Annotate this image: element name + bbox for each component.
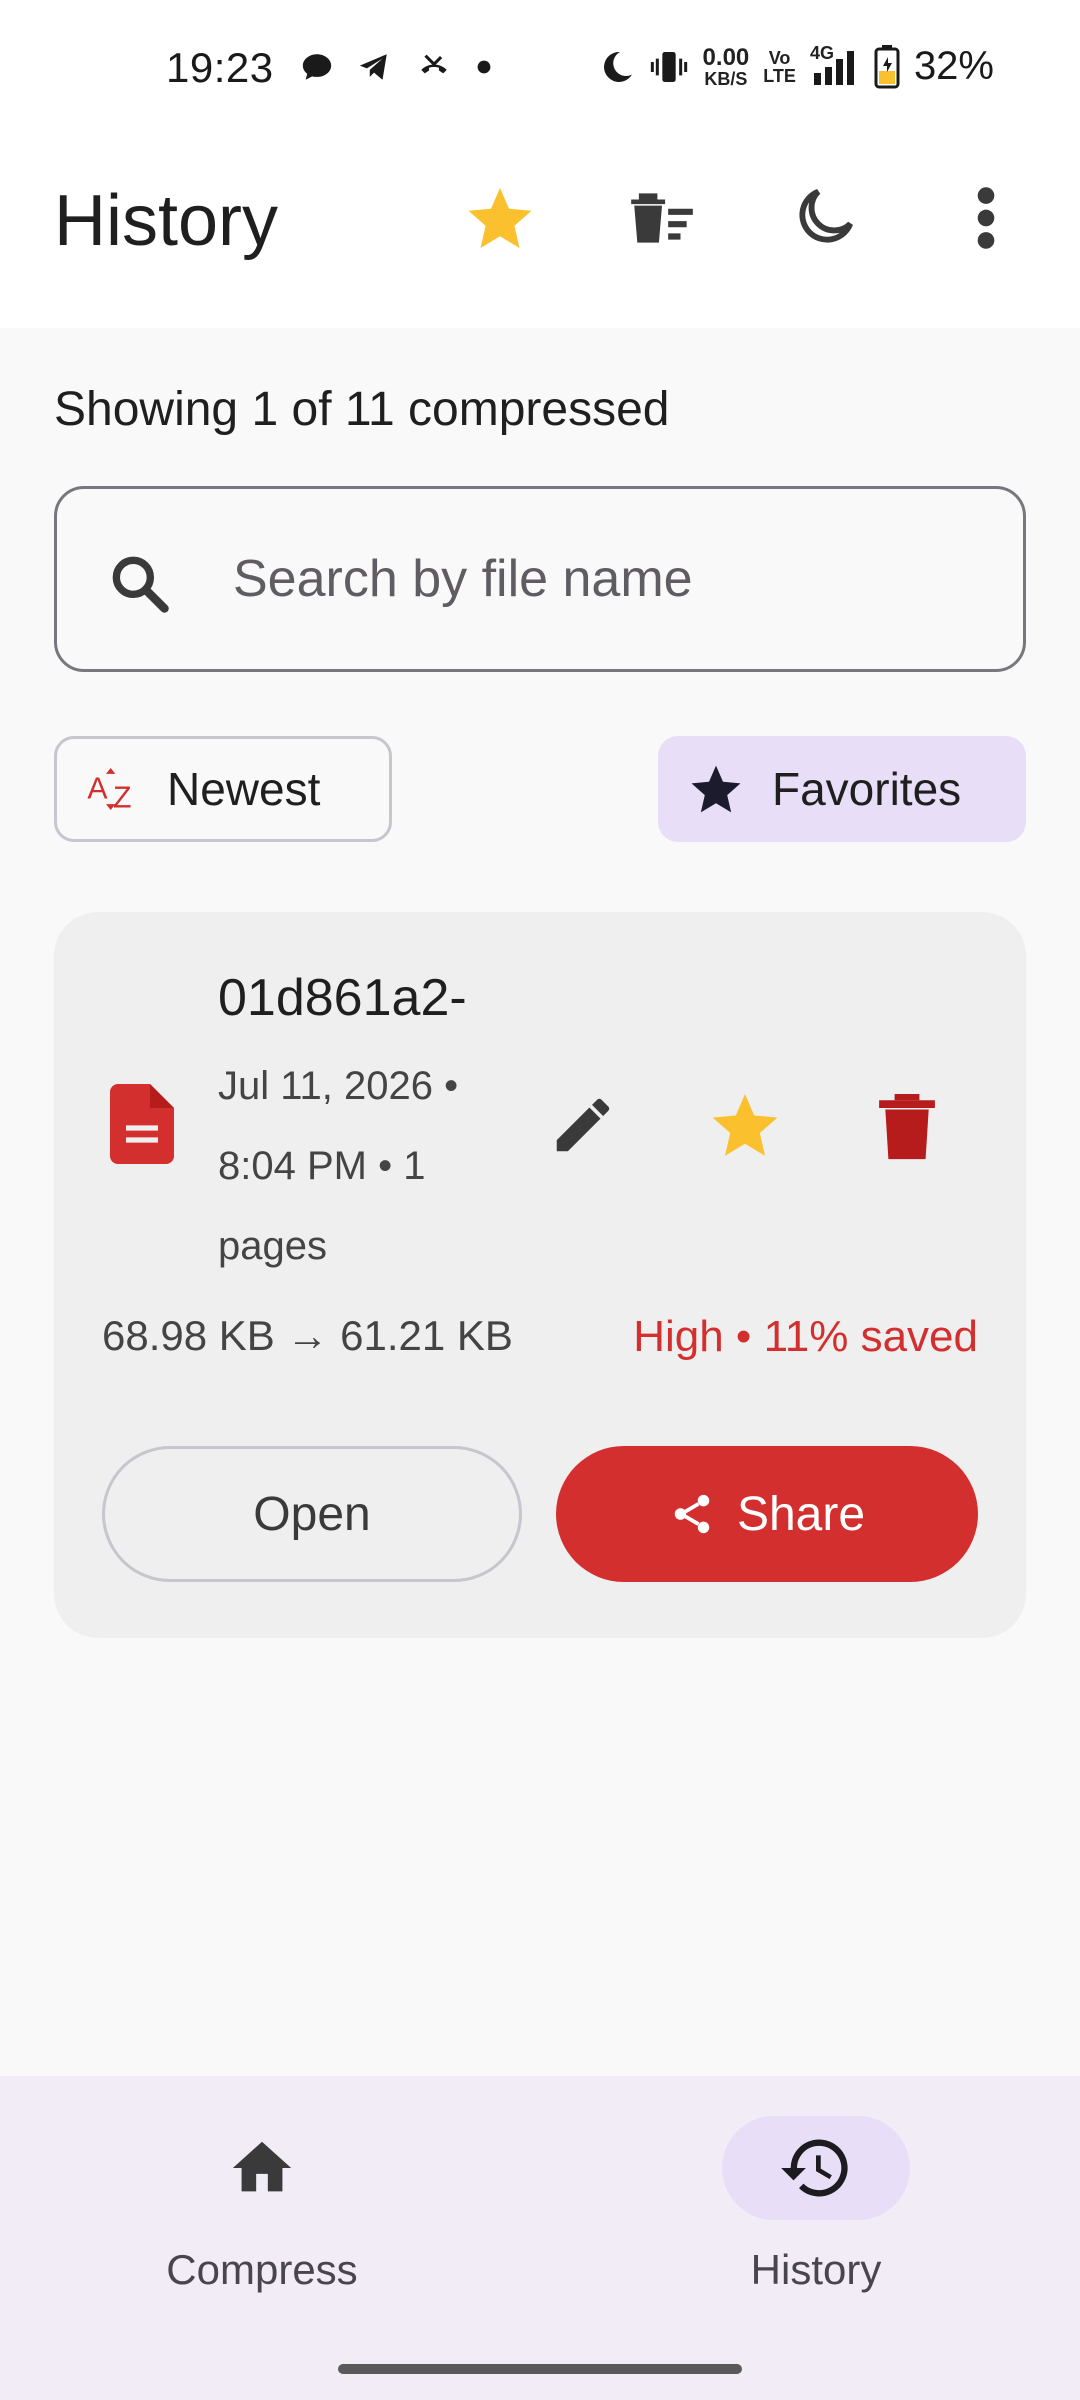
search-input[interactable] [233, 529, 993, 629]
size-change-text: 68.98 KB → 61.21 KB [102, 1312, 513, 1359]
gesture-handle[interactable] [338, 2364, 742, 2374]
favorites-toggle-button[interactable] [452, 170, 548, 266]
more-vert-icon [977, 187, 995, 249]
favorites-chip-label: Favorites [772, 763, 962, 815]
svg-text:Z: Z [113, 782, 132, 815]
dark-mode-button[interactable] [776, 170, 872, 266]
sort-chip-label: Newest [167, 763, 321, 815]
share-button[interactable]: Share [556, 1446, 978, 1582]
share-button-label: Share [736, 1487, 866, 1541]
search-field[interactable] [54, 486, 1026, 672]
nav-item-compress[interactable]: Compress [112, 2116, 412, 2316]
page-title: History [54, 181, 279, 261]
delete-item-button[interactable] [862, 1080, 952, 1170]
sort-chip[interactable]: AZ Newest [54, 736, 392, 842]
nav-label-history: History [750, 2246, 882, 2293]
star-icon [712, 1094, 778, 1156]
dark-mode-icon [799, 189, 853, 243]
volte-indicator: Vo LTE [763, 47, 796, 86]
share-icon [674, 1494, 710, 1534]
delete-sweep-icon [631, 193, 693, 243]
star-filled-icon [691, 765, 741, 813]
star-icon [468, 188, 532, 248]
pdf-file-icon [110, 1084, 174, 1164]
nav-indicator [168, 2116, 356, 2220]
nav-indicator-selected [722, 2116, 910, 2220]
nav-label-compress: Compress [166, 2246, 358, 2293]
missed-call-icon [421, 54, 447, 74]
dot-icon [477, 60, 491, 74]
sort-by-alpha-icon: AZ [87, 768, 132, 815]
clear-history-button[interactable] [614, 170, 710, 266]
notification-icons [300, 50, 492, 84]
chat-bubble-icon [302, 54, 332, 80]
status-bar: 19:23 0.00 KB/S Vo LTE 4G 32% [0, 0, 1080, 140]
top-app-bar: History [0, 140, 1080, 328]
dnd-moon-icon [603, 51, 632, 82]
signal-icon: 4G [810, 43, 860, 87]
svg-text:A: A [87, 772, 108, 805]
status-time: 19:23 [166, 44, 274, 91]
file-date: Jul 11, 2026 • [218, 1064, 459, 1108]
nav-item-history[interactable]: History [666, 2116, 966, 2316]
open-button[interactable]: Open [102, 1446, 522, 1582]
home-icon [232, 2141, 292, 2192]
bottom-navigation: Compress History [0, 2076, 1080, 2400]
savings-text: High • 11% saved [633, 1312, 978, 1361]
history-icon [781, 2139, 848, 2197]
more-options-button[interactable] [938, 170, 1034, 266]
rename-button[interactable] [538, 1080, 628, 1170]
battery-icon [874, 44, 900, 88]
file-meta: Jul 11, 2026 • 8:04 PM • 1 pages [218, 1046, 488, 1286]
net-speed: 0.00 KB/S [702, 43, 750, 89]
showing-count-text: Showing 1 of 11 compressed [54, 383, 670, 436]
favorites-filter-chip[interactable]: Favorites [658, 736, 1026, 842]
delete-icon [879, 1094, 935, 1160]
history-item-card: 01d861a2- Jul 11, 2026 • 8:04 PM • 1 pag… [54, 912, 1026, 1638]
search-icon [105, 549, 173, 617]
favorite-button[interactable] [700, 1080, 790, 1170]
battery-percent: 32% [913, 44, 994, 88]
system-icons: 0.00 KB/S Vo LTE 4G 32% [599, 43, 994, 89]
file-time-pages: 8:04 PM • 1 [218, 1144, 426, 1188]
edit-pencil-icon [556, 1098, 610, 1152]
file-name: 01d861a2- [218, 969, 467, 1027]
file-pages: pages [218, 1224, 327, 1268]
telegram-icon [359, 54, 387, 80]
vibrate-icon [650, 51, 687, 82]
